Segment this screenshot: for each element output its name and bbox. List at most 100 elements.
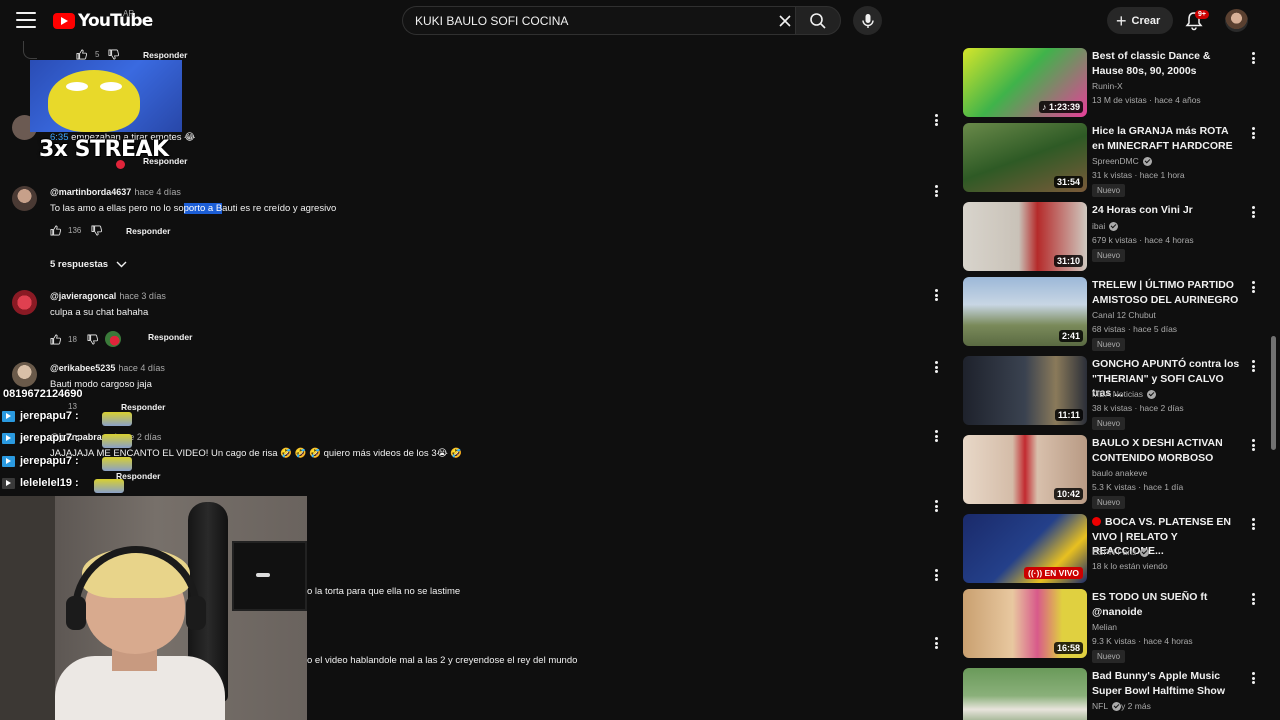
video-meta: 13 M de vistas · hace 4 años: [1092, 95, 1201, 105]
like-icon[interactable]: [50, 334, 61, 345]
comment-time[interactable]: hace 4 días: [118, 363, 165, 373]
video-card[interactable]: 31:10 24 Horas con Vini Jr ibai 679 k vi…: [963, 195, 1267, 271]
channel-name[interactable]: ibai: [1092, 221, 1119, 231]
video-thumbnail[interactable]: 2:41: [963, 277, 1087, 346]
like-icon[interactable]: [50, 225, 61, 236]
video-more-icon[interactable]: [1247, 205, 1259, 219]
video-card[interactable]: 10:42 BAULO X DESHI ACTIVAN CONTENIDO MO…: [963, 428, 1267, 509]
search-input[interactable]: [415, 7, 755, 34]
comment-more-icon[interactable]: [930, 568, 942, 582]
video-more-icon[interactable]: [1247, 359, 1259, 373]
channel-name[interactable]: Runin-X: [1092, 81, 1123, 91]
comment-more-icon[interactable]: [930, 360, 942, 374]
voice-search-button[interactable]: [853, 6, 882, 35]
video-title[interactable]: TRELEW | ÚLTIMO PARTIDO AMISTOSO DEL AUR…: [1092, 278, 1242, 307]
chat-message: jerepapu7 :: [2, 410, 79, 422]
video-title[interactable]: BAULO X DESHI ACTIVAN CONTENIDO MORBOSO: [1092, 436, 1242, 465]
like-count: 136: [68, 226, 82, 235]
selected-text: porto a B: [183, 203, 223, 214]
comment-time[interactable]: hace 4 días: [134, 187, 181, 197]
video-more-icon[interactable]: [1247, 438, 1259, 452]
dislike-icon[interactable]: [108, 49, 120, 60]
author-handle[interactable]: @martinborda4637: [50, 187, 131, 197]
like-icon[interactable]: [76, 49, 87, 60]
chat-message: jerepapu7 :: [2, 455, 79, 467]
reply-button[interactable]: Responder: [143, 50, 187, 60]
thread-line: [23, 41, 37, 59]
video-title[interactable]: ES TODO UN SUEÑO ft @nanoide: [1092, 590, 1242, 619]
logo-text: YouTube: [78, 11, 153, 31]
video-more-icon[interactable]: [1247, 51, 1259, 65]
comment-more-icon[interactable]: [930, 499, 942, 513]
channel-name[interactable]: SpreenDMC: [1092, 156, 1152, 166]
video-duration: 10:42: [1053, 488, 1083, 500]
avatar[interactable]: [12, 362, 37, 387]
menu-icon[interactable]: [16, 12, 36, 28]
video-duration: 31:54: [1053, 176, 1083, 188]
video-card[interactable]: ♪ 1:23:39 Best of classic Dance & Hause …: [963, 41, 1267, 117]
video-title[interactable]: Hice la GRANJA más ROTA en MINECRAFT HAR…: [1092, 124, 1242, 153]
reply-button[interactable]: Responder: [148, 332, 192, 342]
video-thumbnail[interactable]: 31:10: [963, 202, 1087, 271]
chat-emote: [102, 434, 132, 448]
video-thumbnail[interactable]: [963, 668, 1087, 720]
avatar[interactable]: [12, 186, 37, 211]
channel-name[interactable]: ESPN Fans: [1092, 547, 1150, 557]
video-more-icon[interactable]: [1247, 592, 1259, 606]
clear-search-icon[interactable]: [777, 13, 793, 29]
video-more-icon[interactable]: [1247, 280, 1259, 294]
video-duration: 31:10: [1053, 255, 1083, 267]
video-card[interactable]: Bad Bunny's Apple Music Super Bowl Halft…: [963, 661, 1267, 720]
video-thumbnail[interactable]: ((·)) EN VIVO: [963, 514, 1087, 583]
comment-more-icon[interactable]: [930, 113, 942, 127]
video-thumbnail[interactable]: 16:58: [963, 589, 1087, 658]
search-button[interactable]: [795, 6, 841, 35]
video-title[interactable]: Best of classic Dance & Hause 80s, 90, 2…: [1092, 49, 1242, 78]
show-replies-button[interactable]: 5 respuestas: [50, 259, 127, 270]
comment-more-icon[interactable]: [930, 184, 942, 198]
comment-more-icon[interactable]: [930, 429, 942, 443]
video-more-icon[interactable]: [1247, 671, 1259, 685]
channel-name[interactable]: MDA Noticias: [1092, 389, 1157, 399]
youtube-logo[interactable]: YouTube: [53, 11, 153, 31]
comment-time[interactable]: hace 3 días: [119, 291, 166, 301]
video-thumbnail[interactable]: 10:42: [963, 435, 1087, 504]
video-title[interactable]: Bad Bunny's Apple Music Super Bowl Halft…: [1092, 669, 1242, 698]
chat-badge-icon: [2, 432, 15, 444]
comment-more-icon[interactable]: [930, 636, 942, 650]
author-handle[interactable]: @erikabee5235: [50, 363, 115, 373]
channel-name[interactable]: baulo anakeve: [1092, 468, 1147, 478]
channel-name[interactable]: NFL y 2 más: [1092, 701, 1151, 711]
video-card[interactable]: 16:58 ES TODO UN SUEÑO ft @nanoide Melia…: [963, 582, 1267, 663]
reply-button[interactable]: Responder: [121, 402, 165, 412]
video-more-icon[interactable]: [1247, 517, 1259, 531]
comment-more-icon[interactable]: [930, 288, 942, 302]
video-card[interactable]: 31:54 Hice la GRANJA más ROTA en MINECRA…: [963, 116, 1267, 197]
video-thumbnail[interactable]: ♪ 1:23:39: [963, 48, 1087, 117]
video-more-icon[interactable]: [1247, 126, 1259, 140]
video-thumbnail[interactable]: 31:54: [963, 123, 1087, 192]
video-title[interactable]: 24 Horas con Vini Jr: [1092, 203, 1242, 218]
chevron-down-icon: [116, 261, 127, 268]
user-avatar[interactable]: [1225, 9, 1248, 32]
author-handle[interactable]: @javieragoncal: [50, 291, 116, 301]
channel-name[interactable]: Canal 12 Chubut: [1092, 310, 1156, 320]
recommended-videos: ♪ 1:23:39 Best of classic Dance & Hause …: [963, 41, 1267, 720]
channel-name[interactable]: Melian: [1092, 622, 1117, 632]
video-meta: 38 k vistas · hace 2 días: [1092, 403, 1184, 413]
headset-earcup: [186, 596, 206, 630]
video-card[interactable]: 11:11 GONCHO APUNTÓ contra los "THERIAN"…: [963, 349, 1267, 430]
create-button[interactable]: + Crear: [1107, 7, 1173, 34]
video-duration: ♪ 1:23:39: [1038, 101, 1083, 113]
avatar[interactable]: [12, 290, 37, 315]
video-thumbnail[interactable]: 11:11: [963, 356, 1087, 425]
page-scrollbar[interactable]: [1271, 336, 1276, 450]
video-meta: 5.3 K vistas · hace 1 día: [1092, 482, 1184, 492]
chat-message: jerepapu7 :: [2, 432, 79, 444]
reply-button[interactable]: Responder: [126, 226, 170, 236]
video-duration: 16:58: [1053, 642, 1083, 654]
video-card[interactable]: 2:41 TRELEW | ÚLTIMO PARTIDO AMISTOSO DE…: [963, 270, 1267, 351]
dislike-icon[interactable]: [87, 334, 98, 345]
video-card[interactable]: ((·)) EN VIVO BOCA VS. PLATENSE EN VIVO …: [963, 507, 1267, 583]
dislike-icon[interactable]: [91, 225, 103, 236]
